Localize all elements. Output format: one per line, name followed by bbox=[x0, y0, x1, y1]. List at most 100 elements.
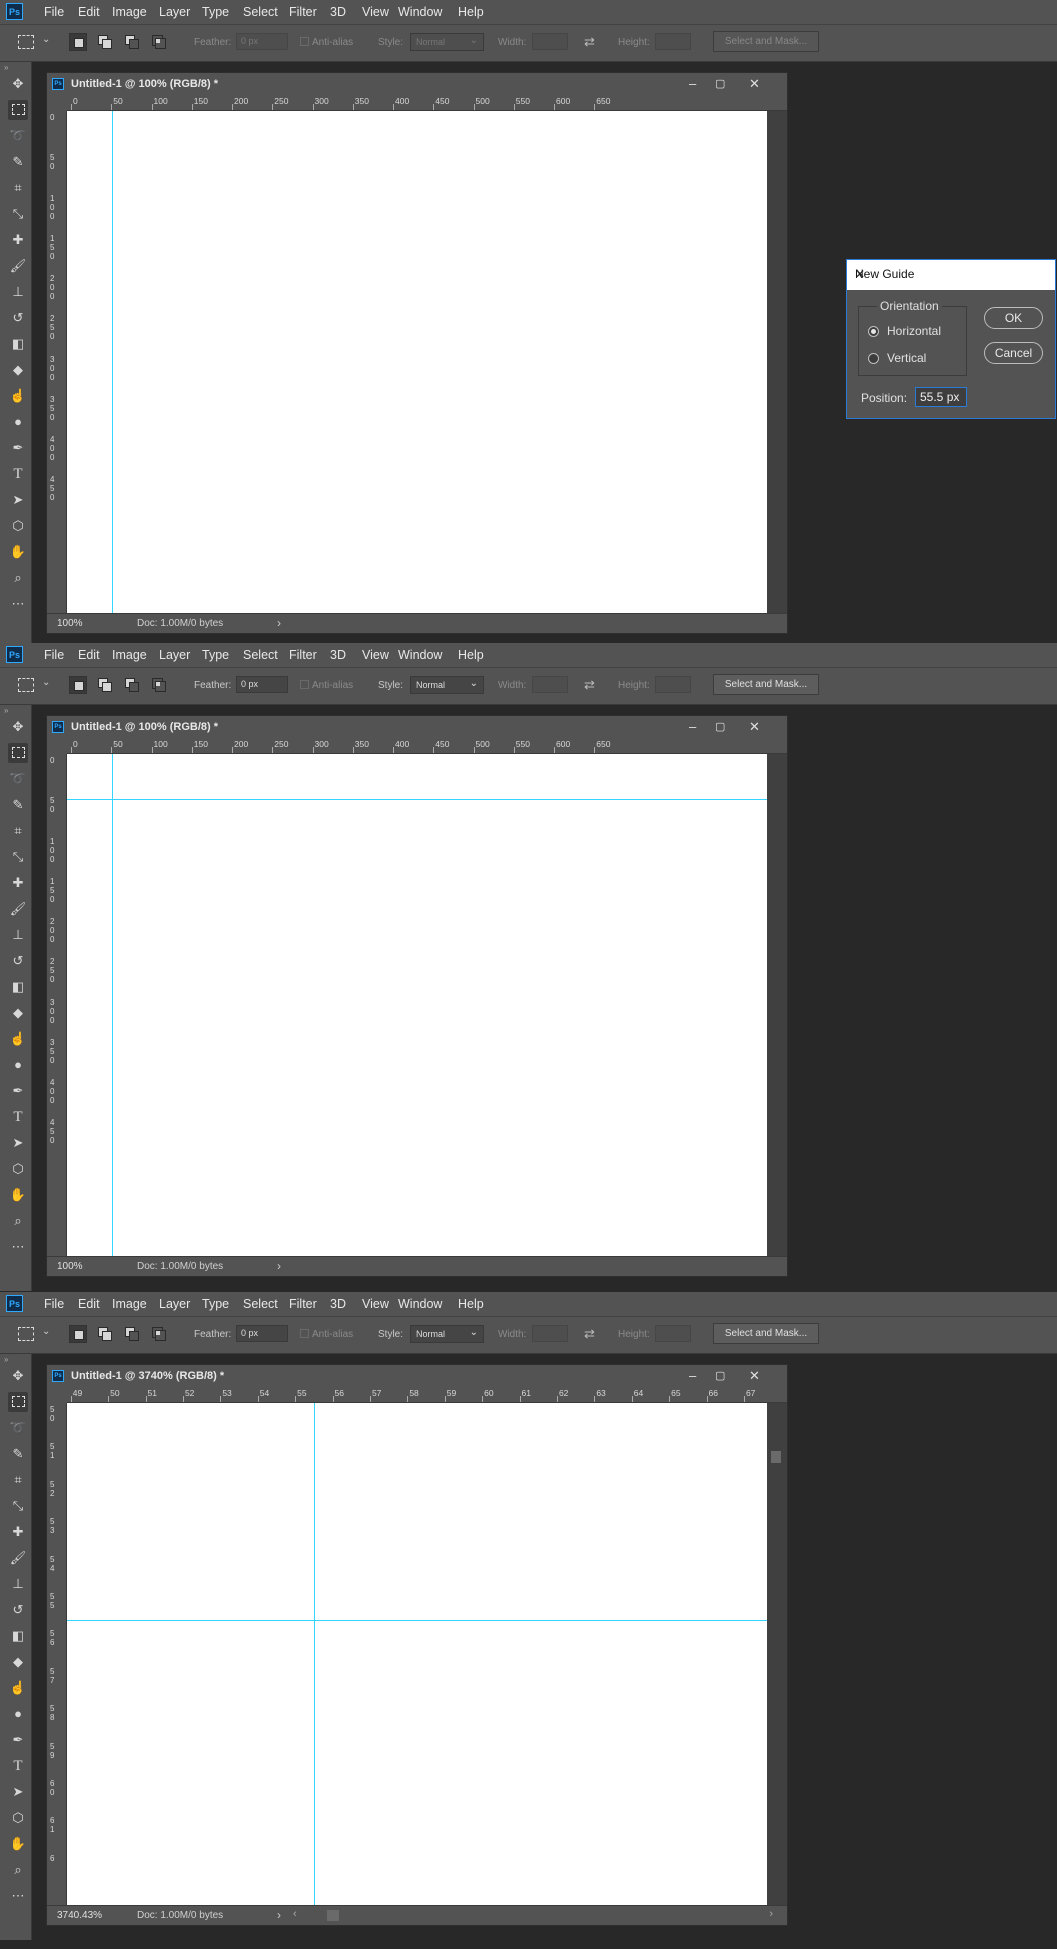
maximize-icon[interactable]: ▢ bbox=[715, 77, 725, 90]
chevron-right-icon[interactable]: › bbox=[277, 616, 281, 630]
maximize-icon[interactable]: ▢ bbox=[715, 1369, 725, 1382]
vertical-ruler[interactable]: 0 50 100 150 200 250 300 350 400 450 bbox=[47, 111, 67, 613]
antialias-checkbox[interactable] bbox=[300, 680, 309, 689]
style-select[interactable]: Normal ⌄ bbox=[410, 676, 484, 694]
healing-icon[interactable]: ✚ bbox=[8, 230, 28, 250]
panel-collapse-icon[interactable]: » bbox=[4, 706, 8, 715]
close-icon[interactable]: ✕ bbox=[749, 76, 760, 92]
healing-icon[interactable]: ✚ bbox=[8, 873, 28, 893]
stamp-icon[interactable]: ⊥ bbox=[8, 282, 28, 302]
menu-item-type[interactable]: Type bbox=[202, 1297, 229, 1311]
dodge-icon[interactable]: ● bbox=[8, 1055, 28, 1075]
lasso-icon[interactable]: ➰ bbox=[8, 126, 28, 146]
lasso-icon[interactable]: ➰ bbox=[8, 1418, 28, 1438]
minimize-icon[interactable]: – bbox=[689, 76, 696, 91]
lasso-icon[interactable]: ➰ bbox=[8, 769, 28, 789]
healing-icon[interactable]: ✚ bbox=[8, 1522, 28, 1542]
menu-item-view[interactable]: View bbox=[362, 5, 389, 19]
path-select-icon[interactable]: ➤ bbox=[8, 490, 28, 510]
width-input[interactable] bbox=[532, 1325, 568, 1342]
dodge-icon[interactable]: ● bbox=[8, 412, 28, 432]
horizontal-label[interactable]: Horizontal bbox=[887, 324, 941, 338]
move-icon[interactable]: ✥ bbox=[8, 717, 28, 737]
quick-select-icon[interactable]: ✎ bbox=[8, 795, 28, 815]
photoshop-logo-icon[interactable]: Ps bbox=[6, 1295, 23, 1312]
quick-select-icon[interactable]: ✎ bbox=[8, 152, 28, 172]
menu-item-file[interactable]: File bbox=[44, 648, 64, 662]
menu-item-help[interactable]: Help bbox=[458, 1297, 484, 1311]
move-icon[interactable]: ✥ bbox=[8, 74, 28, 94]
history-brush-icon[interactable]: ↺ bbox=[8, 1600, 28, 1620]
photoshop-logo-icon[interactable]: Ps bbox=[6, 646, 23, 663]
hand-icon[interactable]: ✋ bbox=[8, 1185, 28, 1205]
select-and-mask-button[interactable]: Select and Mask... bbox=[713, 674, 819, 695]
path-select-icon[interactable]: ➤ bbox=[8, 1133, 28, 1153]
add-selection-button[interactable] bbox=[96, 33, 114, 51]
vertical-ruler[interactable]: 50 51 52 53 54 55 56 57 58 59 60 61 6 bbox=[47, 1403, 67, 1905]
zoom-level[interactable]: 100% bbox=[57, 1261, 83, 1272]
select-and-mask-button[interactable]: Select and Mask... bbox=[713, 31, 819, 52]
maximize-icon[interactable]: ▢ bbox=[715, 720, 725, 733]
new-selection-button[interactable] bbox=[69, 1325, 87, 1343]
subtract-selection-button[interactable] bbox=[123, 676, 141, 694]
vertical-scrollbar[interactable] bbox=[767, 1403, 785, 1905]
zoom-level[interactable]: 3740.43% bbox=[57, 1910, 102, 1921]
swap-icon[interactable]: ⇄ bbox=[584, 677, 595, 693]
vertical-guide[interactable] bbox=[313, 1403, 315, 1905]
document-tab[interactable]: Ps Untitled-1 @ 3740% (RGB/8) * – ▢ ✕ bbox=[47, 1365, 787, 1387]
chevron-down-icon[interactable]: ⌄ bbox=[42, 1326, 50, 1337]
subtract-selection-button[interactable] bbox=[123, 33, 141, 51]
marquee-icon[interactable] bbox=[8, 100, 28, 120]
smudge-icon[interactable]: ☝ bbox=[8, 386, 28, 406]
history-brush-icon[interactable]: ↺ bbox=[8, 308, 28, 328]
stamp-icon[interactable]: ⊥ bbox=[8, 1574, 28, 1594]
hand-icon[interactable]: ✋ bbox=[8, 1834, 28, 1854]
add-selection-button[interactable] bbox=[96, 1325, 114, 1343]
chevron-down-icon[interactable]: ⌄ bbox=[42, 34, 50, 45]
new-selection-button[interactable] bbox=[69, 676, 87, 694]
feather-input[interactable]: 0 px bbox=[236, 1325, 288, 1342]
bucket-icon[interactable]: ◆ bbox=[8, 1003, 28, 1023]
path-select-icon[interactable]: ➤ bbox=[8, 1782, 28, 1802]
feather-input[interactable]: 0 px bbox=[236, 33, 288, 50]
chevron-left-icon[interactable]: ‹ bbox=[293, 1908, 297, 1920]
menu-item-window[interactable]: Window bbox=[398, 5, 442, 19]
menu-item-select[interactable]: Select bbox=[243, 1297, 278, 1311]
menu-item-view[interactable]: View bbox=[362, 648, 389, 662]
antialias-checkbox[interactable] bbox=[300, 37, 309, 46]
menu-item-layer[interactable]: Layer bbox=[159, 648, 190, 662]
marquee-icon[interactable] bbox=[8, 1392, 28, 1412]
menu-item-3d[interactable]: 3D bbox=[330, 1297, 346, 1311]
shape-icon[interactable]: ⬡ bbox=[8, 1159, 28, 1179]
pen-icon[interactable]: ✒ bbox=[8, 1730, 28, 1750]
ok-button[interactable]: OK bbox=[984, 307, 1043, 329]
width-input[interactable] bbox=[532, 33, 568, 50]
type-icon[interactable]: T bbox=[8, 1107, 28, 1127]
select-and-mask-button[interactable]: Select and Mask... bbox=[713, 1323, 819, 1344]
history-brush-icon[interactable]: ↺ bbox=[8, 951, 28, 971]
pen-icon[interactable]: ✒ bbox=[8, 1081, 28, 1101]
more-icon[interactable]: ⋯ bbox=[8, 1886, 28, 1906]
horizontal-radio[interactable] bbox=[868, 326, 879, 337]
width-input[interactable] bbox=[532, 676, 568, 693]
horizontal-ruler[interactable]: 0 50 100 150 200 250 300 350 400 450 500 550 600 650 bbox=[67, 95, 787, 111]
swap-icon[interactable]: ⇄ bbox=[584, 34, 595, 50]
bucket-icon[interactable]: ◆ bbox=[8, 1652, 28, 1672]
swap-icon[interactable]: ⇄ bbox=[584, 1326, 595, 1342]
panel-collapse-icon[interactable]: » bbox=[4, 1355, 8, 1364]
horizontal-guide[interactable] bbox=[67, 1619, 767, 1621]
intersect-selection-button[interactable] bbox=[150, 33, 168, 51]
eraser-icon[interactable]: ◧ bbox=[8, 1626, 28, 1646]
menu-item-edit[interactable]: Edit bbox=[78, 1297, 100, 1311]
photoshop-logo-icon[interactable]: Ps bbox=[6, 3, 23, 20]
menu-item-type[interactable]: Type bbox=[202, 5, 229, 19]
menu-item-image[interactable]: Image bbox=[112, 648, 147, 662]
add-selection-button[interactable] bbox=[96, 676, 114, 694]
close-icon[interactable]: ✕ bbox=[749, 1368, 760, 1384]
chevron-right-icon[interactable]: › bbox=[277, 1908, 281, 1922]
canvas[interactable] bbox=[67, 111, 767, 613]
canvas[interactable] bbox=[67, 1403, 767, 1905]
hand-icon[interactable]: ✋ bbox=[8, 542, 28, 562]
menu-item-filter[interactable]: Filter bbox=[289, 5, 317, 19]
close-icon[interactable]: ✕ bbox=[749, 719, 760, 735]
